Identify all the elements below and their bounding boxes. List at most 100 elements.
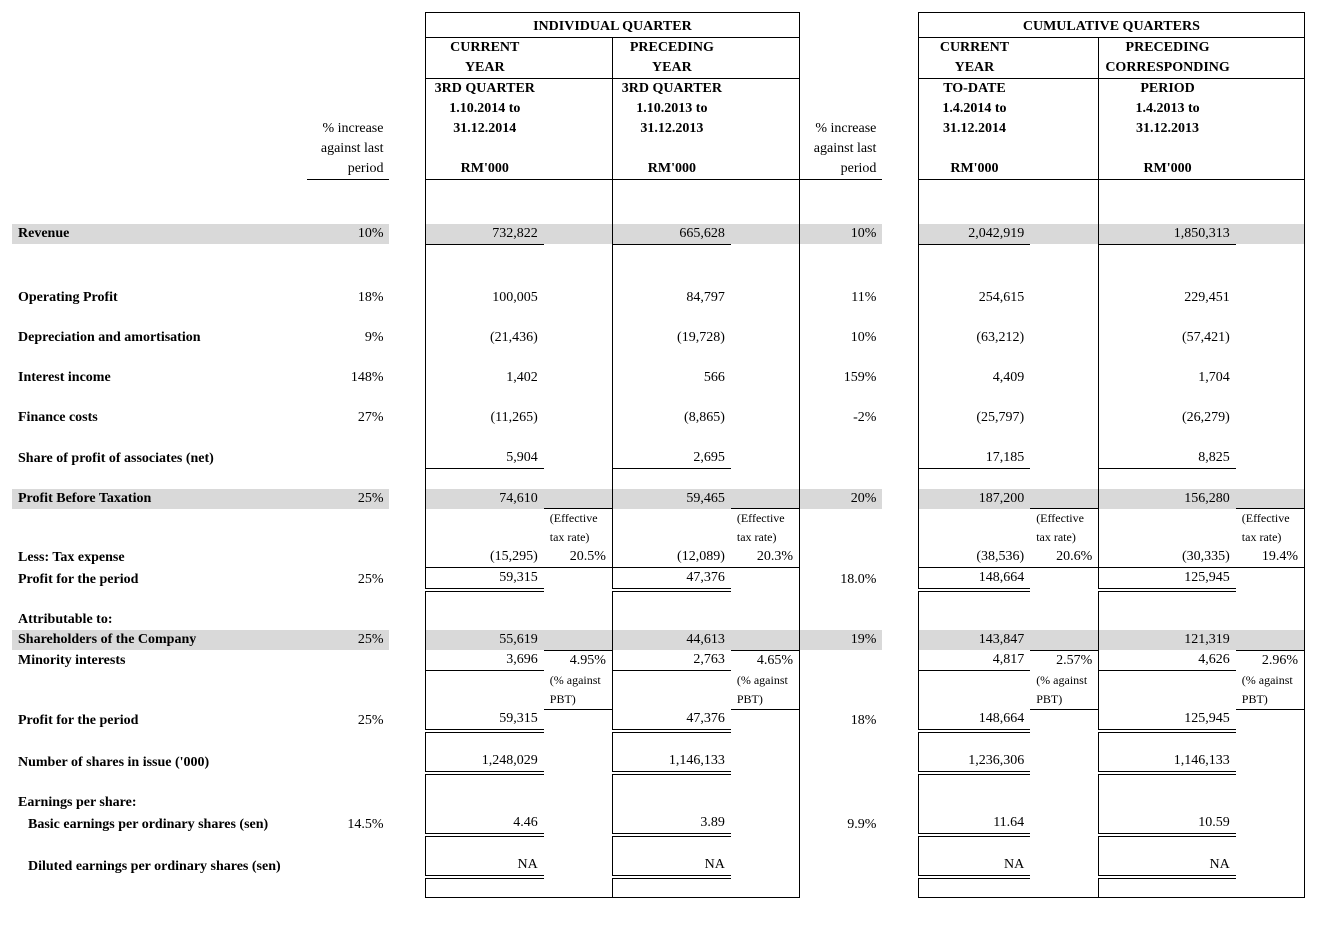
- basic-eps-cum-curr: 11.64: [918, 813, 1030, 835]
- profit2-ind-prec: 47,376: [612, 709, 730, 731]
- profit2-pct-ind: 25%: [307, 709, 390, 731]
- int-cum-curr: 4,409: [918, 368, 1030, 388]
- revenue-ind-curr: 732,822: [425, 224, 543, 245]
- row-profit-period-2: Profit for the period 25% 59,315 47,376 …: [12, 709, 1305, 731]
- fin-pct-cum: -2%: [799, 408, 882, 428]
- label-tax-expense: Less: Tax expense: [12, 547, 307, 568]
- pct-against-3a: (% against: [1030, 671, 1099, 690]
- row-attributable: Attributable to:: [12, 610, 1305, 630]
- shares-cum-prec: 1,146,133: [1099, 751, 1236, 773]
- header-year: YEAR: [425, 58, 543, 79]
- header-cum-curr-range1: 1.4.2014 to: [918, 99, 1030, 119]
- tax-cum-curr: (38,536): [918, 547, 1030, 568]
- pct-against-2a: (% against: [731, 671, 800, 690]
- shares-ind-curr: 1,248,029: [425, 751, 543, 773]
- int-ind-curr: 1,402: [425, 368, 543, 388]
- diluted-eps-ind-curr: NA: [425, 855, 543, 877]
- op-profit-cum-prec: 229,451: [1099, 288, 1236, 308]
- int-pct-cum: 159%: [799, 368, 882, 388]
- revenue-pct-cum: 10%: [799, 224, 882, 245]
- row-profit-period: Profit for the period 25% 59,315 47,376 …: [12, 568, 1305, 591]
- row-depreciation: Depreciation and amortisation 9% (21,436…: [12, 328, 1305, 348]
- header-against-last-2: against last: [799, 139, 882, 159]
- min-ind-prec-rate: 4.65%: [731, 650, 800, 671]
- profit2-ind-curr: 59,315: [425, 709, 543, 731]
- label-eps: Earnings per share:: [12, 793, 307, 813]
- header-to-date: TO-DATE: [918, 79, 1030, 100]
- tax-ind-curr-rate: 20.5%: [544, 547, 613, 568]
- min-ind-curr-rate: 4.95%: [544, 650, 613, 671]
- min-ind-curr: 3,696: [425, 650, 543, 671]
- header-cum-prec-range2: 31.12.2013: [1099, 119, 1236, 139]
- revenue-pct-ind: 10%: [307, 224, 390, 245]
- pct-against-2b: PBT): [731, 690, 800, 710]
- int-cum-prec: 1,704: [1099, 368, 1236, 388]
- revenue-ind-prec: 665,628: [612, 224, 730, 245]
- label-interest-income: Interest income: [12, 368, 307, 388]
- row-minority: Minority interests 3,696 4.95% 2,763 4.6…: [12, 650, 1305, 671]
- op-profit-ind-curr: 100,005: [425, 288, 543, 308]
- label-shareholders: Shareholders of the Company: [12, 630, 307, 650]
- diluted-eps-ind-prec: NA: [612, 855, 730, 877]
- label-attributable: Attributable to:: [12, 610, 307, 630]
- eff-tax-label-2a: (Effective: [731, 509, 800, 529]
- pct-against-4b: PBT): [1236, 690, 1305, 710]
- pbt-pct-cum: 20%: [799, 489, 882, 509]
- label-profit-period-2: Profit for the period: [12, 709, 307, 731]
- fin-cum-curr: (25,797): [918, 408, 1030, 428]
- header-individual-quarter: INDIVIDUAL QUARTER: [425, 17, 799, 38]
- profit-pct-cum: 18.0%: [799, 568, 882, 591]
- pct-against-1b: PBT): [544, 690, 613, 710]
- profit-pct-ind: 25%: [307, 568, 390, 591]
- pct-against-1a: (% against: [544, 671, 613, 690]
- header-rm000-1: RM'000: [425, 159, 543, 180]
- row-shareholders: Shareholders of the Company 25% 55,619 4…: [12, 630, 1305, 650]
- label-revenue: Revenue: [12, 224, 307, 245]
- revenue-cum-curr: 2,042,919: [918, 224, 1030, 245]
- profit-ind-prec: 47,376: [612, 568, 730, 591]
- eff-tax-label-3b: tax rate): [1030, 528, 1099, 547]
- pct-against-4a: (% against: [1236, 671, 1305, 690]
- row-pbt: Profit Before Taxation 25% 74,610 59,465…: [12, 489, 1305, 509]
- header-cum-curr-range2: 31.12.2014: [918, 119, 1030, 139]
- header-ind-curr-range1: 1.10.2014 to: [425, 99, 543, 119]
- header-ind-prec-range1: 1.10.2013 to: [612, 99, 730, 119]
- pbt-ind-prec: 59,465: [612, 489, 730, 509]
- dep-cum-curr: (63,212): [918, 328, 1030, 348]
- row-share-associates: Share of profit of associates (net) 5,90…: [12, 448, 1305, 469]
- header-preceding: PRECEDING: [612, 38, 730, 59]
- sh-ind-curr: 55,619: [425, 630, 543, 650]
- min-cum-prec: 4,626: [1099, 650, 1236, 671]
- header-period-word-2: period: [799, 159, 882, 180]
- pbt-ind-curr: 74,610: [425, 489, 543, 509]
- min-cum-prec-rate: 2.96%: [1236, 650, 1305, 671]
- tax-ind-prec: (12,089): [612, 547, 730, 568]
- pct-against-3b: PBT): [1030, 690, 1099, 710]
- profit2-cum-curr: 148,664: [918, 709, 1030, 731]
- dep-ind-prec: (19,728): [612, 328, 730, 348]
- header-cum-prec-range1: 1.4.2013 to: [1099, 99, 1236, 119]
- header-period-word: period: [307, 159, 390, 180]
- header-current-2: CURRENT: [918, 38, 1030, 59]
- eff-tax-label-1b: tax rate): [544, 528, 613, 547]
- header-rm000-4: RM'000: [1099, 159, 1236, 180]
- sh-ind-prec: 44,613: [612, 630, 730, 650]
- int-ind-prec: 566: [612, 368, 730, 388]
- assoc-cum-curr: 17,185: [918, 448, 1030, 469]
- row-diluted-eps: Diluted earnings per ordinary shares (se…: [12, 855, 1305, 877]
- basic-eps-ind-curr: 4.46: [425, 813, 543, 835]
- label-diluted-eps: Diluted earnings per ordinary shares (se…: [12, 855, 307, 877]
- min-cum-curr: 4,817: [918, 650, 1030, 671]
- sh-pct-ind: 25%: [307, 630, 390, 650]
- fin-cum-prec: (26,279): [1099, 408, 1236, 428]
- shares-ind-prec: 1,146,133: [612, 751, 730, 773]
- header-pct-increase: % increase: [307, 119, 390, 139]
- basic-eps-ind-prec: 3.89: [612, 813, 730, 835]
- op-profit-pct-cum: 11%: [799, 288, 882, 308]
- pbt-cum-prec: 156,280: [1099, 489, 1236, 509]
- row-eps-label: Earnings per share:: [12, 793, 1305, 813]
- basic-eps-pct-ind: 14.5%: [307, 813, 390, 835]
- tax-ind-curr: (15,295): [425, 547, 543, 568]
- tax-cum-prec: (30,335): [1099, 547, 1236, 568]
- dep-pct-ind: 9%: [307, 328, 390, 348]
